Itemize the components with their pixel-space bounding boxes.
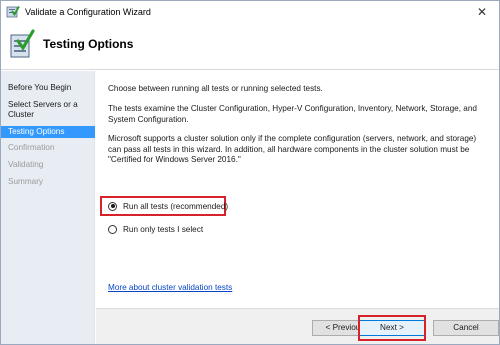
wizard-window: Validate a Configuration Wizard ✕ Testin… [0, 0, 500, 345]
button-bar: < Previous Next > Cancel [96, 308, 499, 344]
close-icon[interactable]: ✕ [469, 2, 495, 22]
title-bar[interactable]: Validate a Configuration Wizard ✕ [1, 1, 499, 23]
step-testing-options[interactable]: Testing Options [1, 126, 95, 138]
wizard-steps: Before You Begin Select Servers or a Clu… [1, 71, 95, 344]
step-select-servers[interactable]: Select Servers or a Cluster [1, 100, 91, 120]
main-content: Choose between running all tests or runn… [96, 71, 499, 308]
radio-button-selected[interactable] [108, 201, 117, 211]
option-run-all-tests[interactable]: Run all tests (recommended) [108, 199, 228, 213]
checklist-icon [6, 6, 20, 18]
step-validating: Validating [8, 160, 44, 169]
more-info-link[interactable]: More about cluster validation tests [108, 283, 232, 292]
support-note-text: Microsoft supports a cluster solution on… [108, 134, 477, 164]
cancel-button[interactable]: Cancel [433, 320, 499, 336]
step-before-you-begin[interactable]: Before You Begin [1, 83, 95, 93]
intro-text: Choose between running all tests or runn… [108, 84, 323, 93]
checklist-icon [10, 29, 35, 58]
window-title: Validate a Configuration Wizard [25, 7, 151, 17]
highlight-box [358, 315, 426, 341]
step-confirmation: Confirmation [8, 143, 55, 152]
page-title: Testing Options [43, 37, 134, 51]
option-label: Run only tests I select [123, 224, 204, 234]
step-summary: Summary [8, 177, 44, 186]
description-text: The tests examine the Cluster Configurat… [108, 104, 477, 124]
radio-button-unselected[interactable] [108, 224, 117, 234]
wizard-header: Testing Options [1, 23, 499, 70]
option-label: Run all tests (recommended) [123, 201, 229, 211]
option-run-selected-tests[interactable]: Run only tests I select [108, 222, 203, 236]
